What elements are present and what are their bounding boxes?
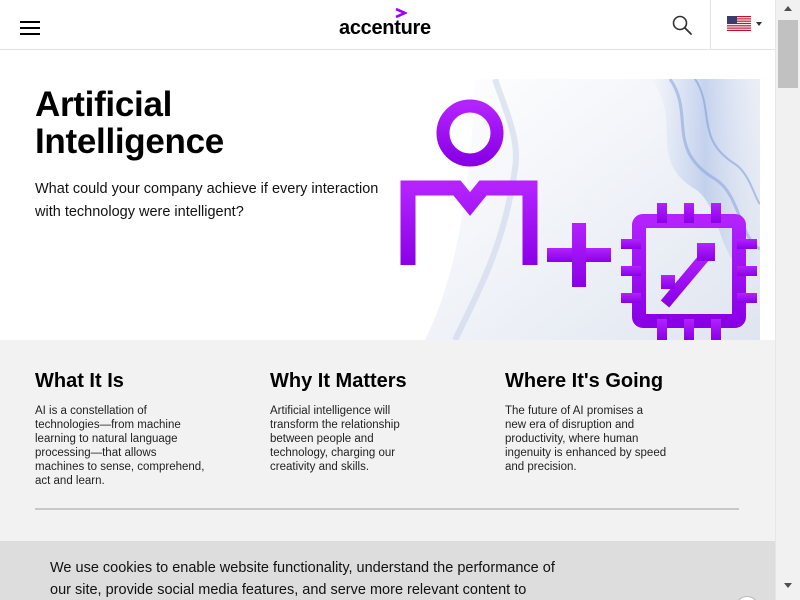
column-why-it-matters: Why It Matters Artificial intelligence w…	[270, 368, 460, 474]
column-body: Artificial intelligence will transform t…	[270, 405, 400, 473]
header-divider	[710, 0, 711, 49]
cookie-banner: We use cookies to enable website functio…	[0, 541, 775, 600]
us-flag-icon	[727, 16, 751, 31]
scrollbar-thumb[interactable]	[778, 20, 798, 88]
column-body: The future of AI promises a new era of d…	[505, 405, 667, 473]
cookie-message: We use cookies to enable website functio…	[50, 560, 555, 598]
page-title-line-1: Artificial	[35, 85, 173, 124]
info-band: What It Is AI is a constellation of tech…	[0, 340, 775, 541]
column-what-it-is: What It Is AI is a constellation of tech…	[35, 368, 225, 488]
site-header: accenture	[0, 0, 775, 50]
scroll-up-arrow-icon[interactable]	[784, 6, 792, 11]
close-icon[interactable]	[735, 596, 759, 600]
page-title-line-2: Intelligence	[35, 122, 224, 161]
column-where-its-going: Where It's Going The future of AI promis…	[505, 368, 695, 474]
chevron-down-icon	[756, 22, 762, 26]
column-body: AI is a constellation of technologies—fr…	[35, 405, 205, 487]
page-scrollbar[interactable]	[775, 0, 800, 600]
column-heading: Why It Matters	[270, 370, 407, 392]
hamburger-menu-icon[interactable]	[20, 21, 40, 35]
column-heading: What It Is	[35, 370, 124, 392]
scroll-down-arrow-icon[interactable]	[784, 583, 792, 588]
page-title: Artificial Intelligence	[35, 86, 375, 160]
section-divider	[35, 508, 739, 510]
column-heading: Where It's Going	[505, 370, 664, 392]
microchip-icon	[621, 203, 757, 340]
hero-image	[395, 79, 760, 340]
accenture-logo[interactable]: accenture	[339, 8, 439, 39]
logo-text: accenture	[339, 17, 431, 39]
hero-subtitle: What could your company achieve if every…	[35, 181, 379, 220]
search-icon[interactable]	[670, 13, 694, 37]
locale-selector[interactable]	[727, 16, 763, 32]
